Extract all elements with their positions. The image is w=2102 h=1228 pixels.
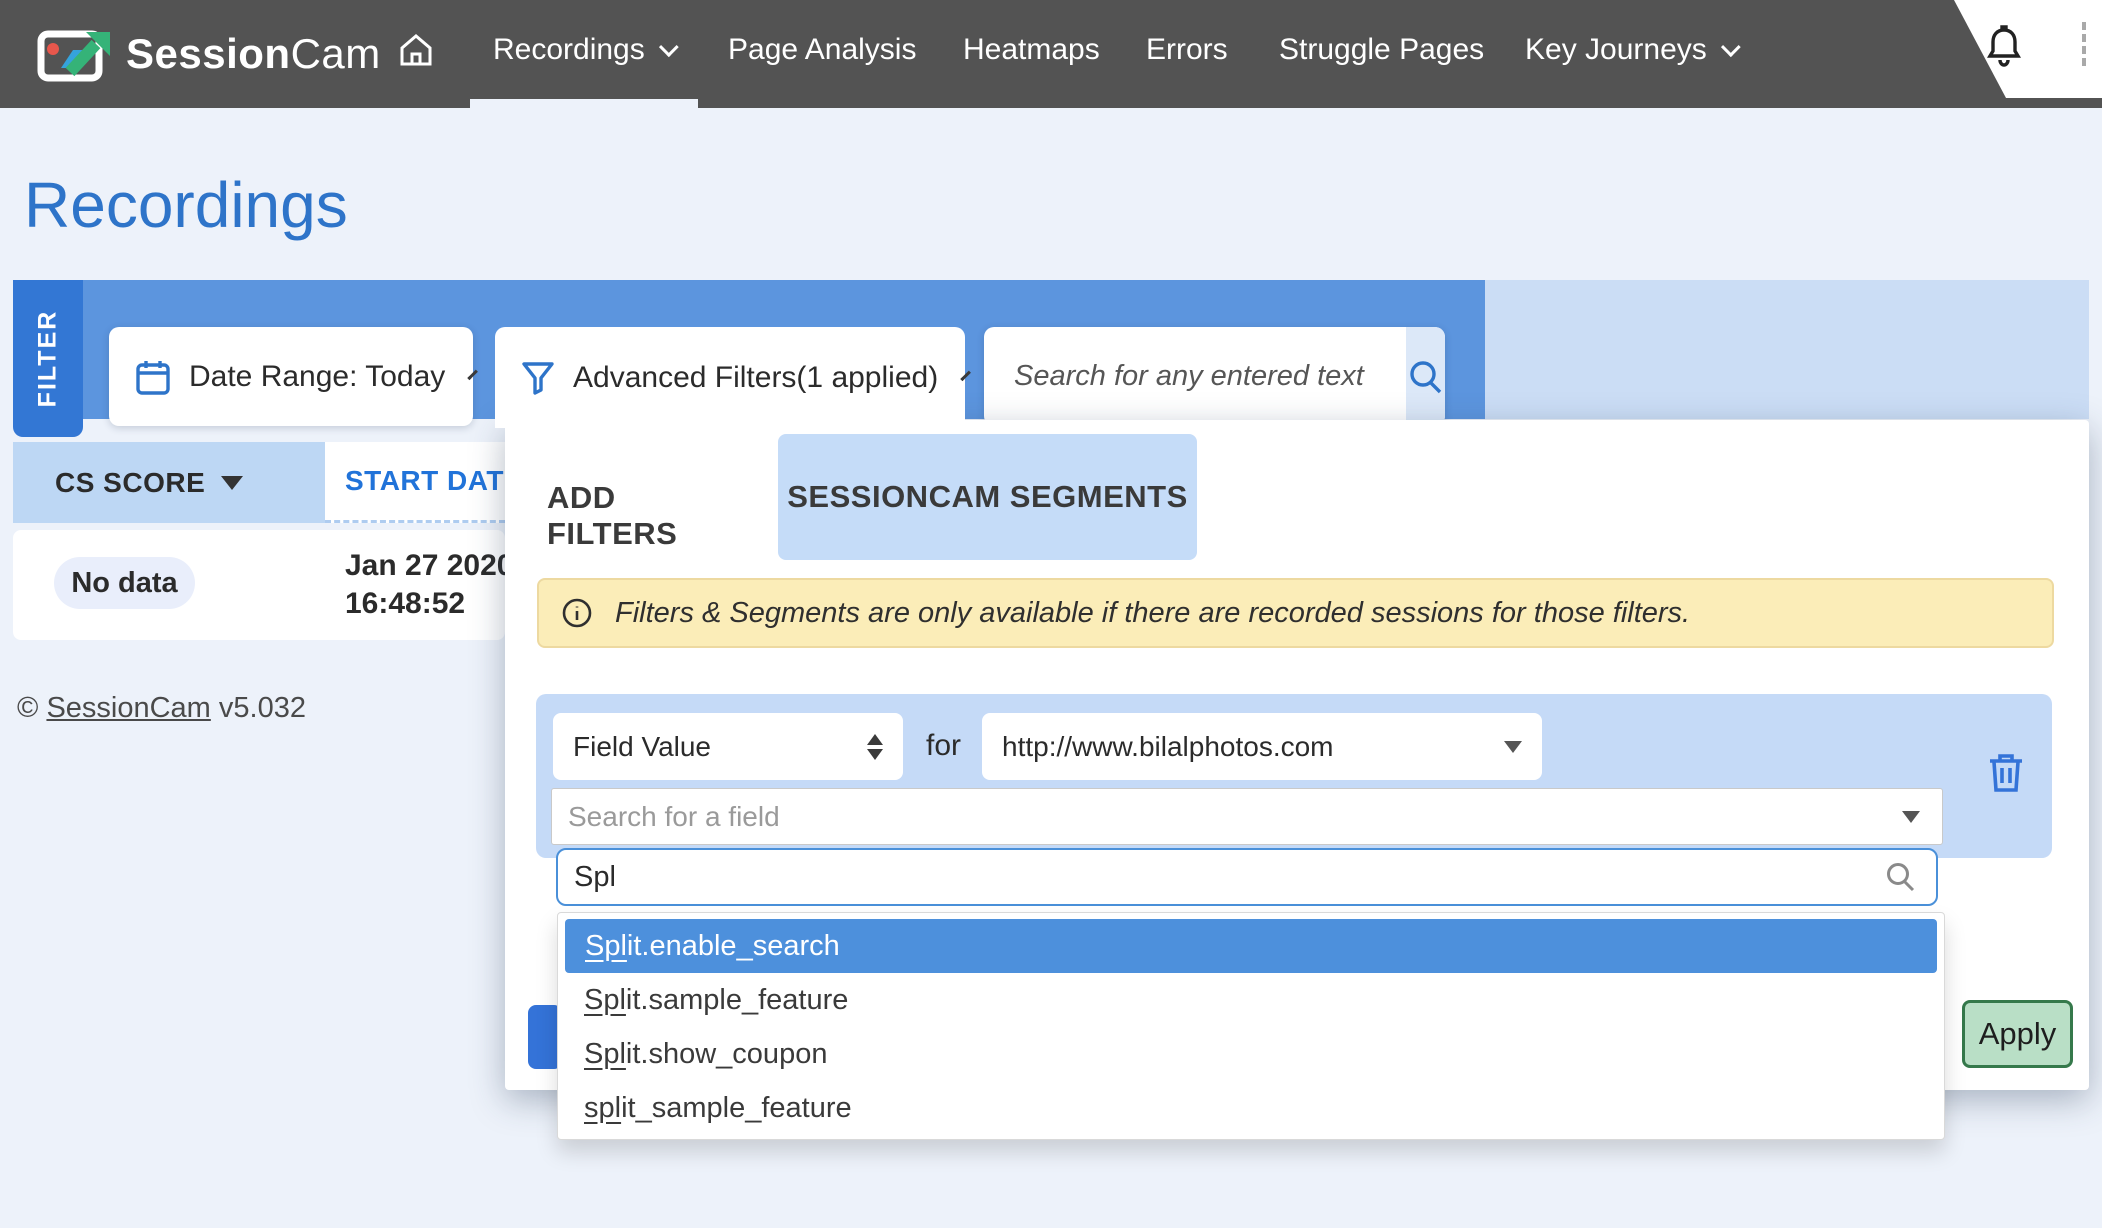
nav-label: Key Journeys: [1525, 33, 1707, 67]
delete-filter-icon[interactable]: [1986, 750, 2026, 794]
field-options-list: Split.enable_search Split.sample_feature…: [557, 912, 1945, 1140]
active-tab-indicator: [470, 99, 698, 108]
tab-add-filters[interactable]: ADD FILTERS: [547, 468, 747, 563]
start-date-label: START DATE: [345, 465, 523, 497]
info-icon: [561, 597, 593, 629]
cs-score-label: CS SCORE: [55, 467, 205, 499]
text-search-input[interactable]: [984, 327, 1406, 426]
calendar-icon: [135, 358, 171, 396]
for-label: for: [926, 729, 961, 763]
sort-descending-icon: [221, 476, 243, 490]
notifications-bell-icon[interactable]: [1986, 24, 2022, 66]
brand-name: SessionCam: [126, 30, 381, 78]
chevron-down-icon: [659, 37, 679, 57]
nav-item-key-journeys[interactable]: Key Journeys: [1525, 0, 1735, 99]
dropdown-caret-icon: [1504, 741, 1522, 753]
column-header-cs-score[interactable]: CS SCORE: [13, 442, 325, 523]
table-row[interactable]: No data Jan 27 2020, 16:48:52: [13, 530, 505, 640]
dropdown-caret-icon: [1902, 811, 1920, 823]
recordings-page: SessionCam Recordings Page Analysis Heat…: [0, 0, 2102, 1228]
nav-label: Heatmaps: [963, 33, 1100, 67]
sessioncam-logo-icon: [36, 24, 112, 84]
search-icon: [1406, 357, 1445, 397]
nav-label: Page Analysis: [728, 33, 916, 67]
filter-bar-extension: [1485, 280, 2089, 419]
field-search-box: [556, 848, 1938, 906]
option-split-sample-feature[interactable]: Split.sample_feature: [558, 973, 1944, 1027]
date-range-button[interactable]: Date Range: Today: [109, 327, 473, 426]
option-split-sample-feature-lower[interactable]: split_sample_feature: [558, 1081, 1944, 1135]
text-search-group: [984, 327, 1445, 426]
select-spinner-icon: [867, 734, 883, 760]
tab-sessioncam-segments[interactable]: SESSIONCAM SEGMENTS: [778, 434, 1197, 560]
advanced-filters-label: Advanced Filters(1 applied): [573, 361, 938, 395]
field-search-input[interactable]: [574, 861, 1884, 894]
nav-item-recordings[interactable]: Recordings: [493, 0, 673, 99]
field-type-select[interactable]: Field Value: [553, 713, 903, 780]
advanced-filters-button[interactable]: Advanced Filters(1 applied): [495, 327, 965, 428]
field-type-value: Field Value: [573, 731, 711, 763]
home-icon: [396, 30, 436, 70]
sessioncam-link[interactable]: SessionCam: [46, 692, 210, 724]
nav-divider-dashed: [2082, 22, 2086, 66]
chevron-down-icon: [1721, 37, 1741, 57]
field-select-placeholder: Search for a field: [568, 801, 780, 833]
nav-item-errors[interactable]: Errors: [1146, 0, 1228, 99]
target-site-value: http://www.bilalphotos.com: [1002, 731, 1334, 763]
info-banner: Filters & Segments are only available if…: [537, 578, 2054, 648]
nav-label: Struggle Pages: [1279, 33, 1484, 67]
home-button[interactable]: [396, 0, 436, 99]
footer: © SessionCam v5.032: [17, 692, 306, 725]
version-label: v5.032: [219, 692, 306, 724]
date-range-label: Date Range: Today: [189, 360, 445, 394]
top-nav: SessionCam Recordings Page Analysis Heat…: [0, 0, 2102, 108]
brand-logo[interactable]: SessionCam: [36, 0, 381, 108]
page-title: Recordings: [24, 168, 348, 242]
start-date-value: Jan 27 2020, 16:48:52: [345, 547, 522, 623]
cs-score-badge: No data: [54, 557, 195, 609]
funnel-icon: [521, 360, 555, 396]
target-site-select[interactable]: http://www.bilalphotos.com: [982, 713, 1542, 780]
filter-side-tab[interactable]: FILTER: [13, 280, 83, 437]
info-banner-text: Filters & Segments are only available if…: [615, 597, 1690, 630]
search-button[interactable]: [1406, 327, 1445, 426]
nav-item-page-analysis[interactable]: Page Analysis: [728, 0, 916, 99]
nav-label: Recordings: [493, 33, 645, 67]
field-select[interactable]: Search for a field: [551, 788, 1943, 845]
apply-button[interactable]: Apply: [1962, 1000, 2073, 1068]
nav-item-heatmaps[interactable]: Heatmaps: [963, 0, 1100, 99]
option-split-enable-search[interactable]: Split.enable_search: [565, 919, 1937, 973]
nav-label: Errors: [1146, 33, 1228, 67]
filter-tab-label: FILTER: [34, 310, 63, 408]
search-icon: [1884, 860, 1918, 894]
copyright-symbol: ©: [17, 692, 38, 724]
column-header-start-date[interactable]: START DATE: [325, 442, 505, 523]
nav-item-struggle-pages[interactable]: Struggle Pages: [1279, 0, 1484, 99]
option-split-show-coupon[interactable]: Split.show_coupon: [558, 1027, 1944, 1081]
